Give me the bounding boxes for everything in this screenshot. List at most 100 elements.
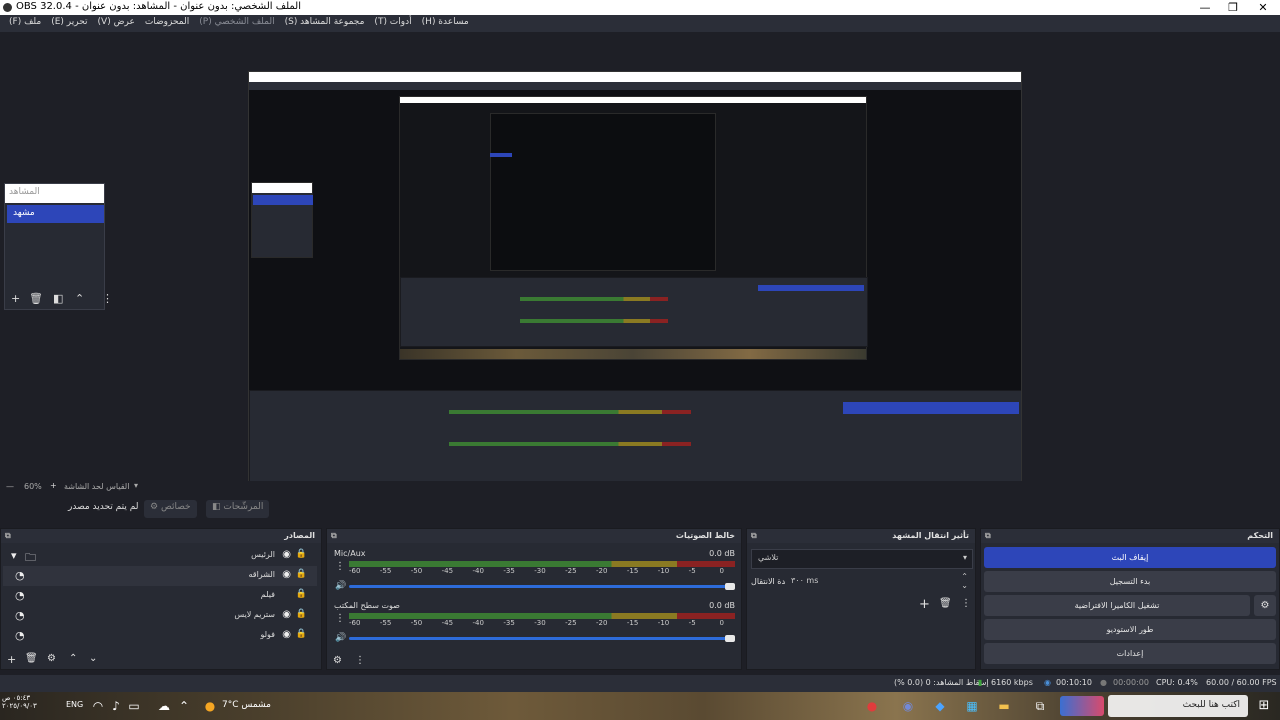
volume-slider[interactable]: [349, 585, 735, 588]
add-source-icon[interactable]: +: [7, 653, 16, 666]
track-menu-icon[interactable]: ⋮: [335, 561, 345, 572]
studio-mode-button[interactable]: طور الاستوديو: [984, 619, 1276, 640]
source-properties-icon[interactable]: ⚙: [47, 653, 56, 664]
discord-icon[interactable]: ◉: [900, 698, 916, 714]
tick-label: -50: [410, 619, 423, 627]
dock-float-icon[interactable]: ⧉: [5, 531, 11, 541]
properties-button[interactable]: ⚙ خصائص: [144, 500, 197, 518]
menu-help[interactable]: مساعدة (H): [417, 15, 474, 29]
mixer-menu-icon[interactable]: ⋮: [355, 655, 365, 666]
add-transition-icon[interactable]: +: [919, 597, 930, 612]
menu-file[interactable]: ملف (F): [4, 15, 46, 29]
more-menu-icon[interactable]: ⋮: [102, 292, 113, 305]
battery-icon[interactable]: ▭: [126, 698, 142, 714]
move-up-icon[interactable]: ⌃: [69, 653, 77, 664]
network-icon[interactable]: ◠: [90, 698, 106, 714]
filters-button[interactable]: ◧ المرشّحات: [206, 500, 270, 518]
close-button[interactable]: ✕: [1248, 0, 1278, 15]
dock-float-icon[interactable]: ⧉: [751, 531, 757, 541]
lock-icon[interactable]: 🔒: [296, 629, 307, 639]
task-view-icon[interactable]: ⧉: [1032, 698, 1048, 714]
dock-float-icon[interactable]: ⧉: [331, 531, 337, 541]
maximize-button[interactable]: ❐: [1218, 0, 1248, 15]
stop-streaming-button[interactable]: إيقاف البث: [984, 547, 1276, 568]
eye-icon[interactable]: ◉: [282, 629, 291, 640]
source-row[interactable]: ◔ ستريم لايس ◉ 🔒: [3, 606, 317, 626]
zoom-in-button[interactable]: +: [50, 481, 57, 490]
remove-scene-icon[interactable]: 🗑: [29, 292, 43, 305]
start-recording-button[interactable]: بدء التسجيل: [984, 571, 1276, 592]
tick-label: -15: [626, 619, 639, 627]
windows-start-icon[interactable]: ⊞: [1256, 698, 1272, 714]
controls-title: التحكم: [1247, 531, 1273, 540]
volume-icon[interactable]: ♪: [108, 698, 124, 714]
zoom-out-button[interactable]: —: [6, 482, 14, 491]
lock-icon[interactable]: 🔒: [296, 549, 307, 559]
source-row[interactable]: ▾ 🗀 الرئيس ◉ 🔒: [3, 546, 317, 566]
app-icon[interactable]: ◆: [932, 698, 948, 714]
taskbar-search[interactable]: اكتب هنا للبحث: [1108, 695, 1248, 717]
menu-docks[interactable]: المحزوضات: [140, 15, 194, 29]
dock-float-icon[interactable]: ⧉: [985, 531, 991, 541]
duration-spinbox[interactable]: ٣٠٠ ms ⌃ ⌄: [785, 572, 973, 593]
speaker-icon[interactable]: 🔊: [335, 633, 346, 643]
menu-profile[interactable]: الملف الشخصي (P): [194, 15, 279, 29]
lock-icon[interactable]: 🔒: [296, 589, 307, 599]
menu-view[interactable]: عرض (V): [93, 15, 140, 29]
spin-up-icon[interactable]: ⌃: [961, 572, 968, 581]
tick-label: -45: [441, 567, 454, 575]
eye-icon[interactable]: ◉: [282, 609, 291, 620]
remove-source-icon[interactable]: 🗑: [25, 653, 38, 664]
menu-bar: ملف (F) تحرير (E) عرض (V) المحزوضات المل…: [0, 15, 1280, 32]
source-row[interactable]: ◔ فولو ◉ 🔒: [3, 626, 317, 646]
tray-chevron-icon[interactable]: ⌃: [176, 698, 192, 714]
volume-slider-handle[interactable]: [725, 583, 735, 590]
menu-tools[interactable]: أدوات (T): [369, 15, 416, 29]
start-virtual-camera-button[interactable]: تشغيل الكاميرا الافتراضية: [984, 595, 1250, 616]
transition-menu-icon[interactable]: ⋮: [961, 598, 971, 609]
cloud-icon[interactable]: ☁: [156, 698, 172, 714]
volume-slider[interactable]: [349, 637, 735, 640]
scene-filters-icon[interactable]: ◧: [53, 292, 63, 305]
preview-area[interactable]: [0, 32, 1280, 507]
nested-menu-bar: [249, 82, 1021, 90]
preview-canvas[interactable]: [248, 71, 1022, 507]
settings-button[interactable]: إعدادات: [984, 643, 1276, 664]
obs-app-icon: [3, 3, 12, 12]
menu-edit[interactable]: تحرير (E): [46, 15, 92, 29]
store-icon[interactable]: ▦: [964, 698, 980, 714]
zoom-dropdown-icon[interactable]: ▾: [134, 481, 138, 490]
language-indicator[interactable]: ENG: [66, 700, 83, 709]
speaker-icon[interactable]: 🔊: [335, 581, 346, 591]
spin-down-icon[interactable]: ⌄: [961, 581, 968, 590]
remove-transition-icon[interactable]: 🗑: [939, 598, 952, 609]
minimize-button[interactable]: —: [1190, 0, 1220, 15]
scene-item[interactable]: مشهد: [7, 205, 104, 223]
source-row[interactable]: ◔ الشراقه ◉ 🔒: [3, 566, 317, 586]
weather-text[interactable]: 7°C مشمس: [222, 700, 271, 710]
tick-label: -60: [349, 619, 361, 627]
signal-icon: ▮: [978, 678, 983, 687]
virtual-camera-settings-icon[interactable]: ⚙: [1254, 595, 1276, 616]
file-explorer-icon[interactable]: ▬: [996, 698, 1012, 714]
mixer-dock-title: خالط الصوتيات ⧉: [327, 529, 741, 543]
move-down-icon[interactable]: ⌄: [89, 653, 97, 664]
transition-select[interactable]: تلاشي ▾: [751, 549, 973, 569]
mixer-settings-icon[interactable]: ⚙: [333, 655, 342, 666]
volume-slider-handle[interactable]: [725, 635, 735, 642]
track-menu-icon[interactable]: ⋮: [335, 613, 345, 624]
add-scene-icon[interactable]: +: [11, 292, 20, 305]
obs-taskbar-icon[interactable]: ●: [864, 698, 880, 714]
move-up-icon[interactable]: ⌃: [75, 292, 84, 305]
menu-scene-collection[interactable]: مجموعة المشاهد (S): [280, 15, 370, 29]
expand-chevron-icon[interactable]: ▾: [11, 549, 17, 562]
eye-icon[interactable]: ◉: [282, 549, 291, 560]
record-icon: ●: [1100, 678, 1107, 687]
screen-capture-icon: ◔: [15, 569, 25, 582]
eye-icon[interactable]: ◉: [282, 569, 291, 580]
taskbar-clock[interactable]: ٠٥:٤٣ ص ٢٠٢٥/٠٩/٠٣: [2, 694, 66, 710]
lock-icon[interactable]: 🔒: [296, 569, 307, 579]
zoom-fit-label[interactable]: القياس لحد الشاشة: [64, 482, 129, 491]
source-row[interactable]: ◔ فيلم 🔒: [3, 586, 317, 606]
lock-icon[interactable]: 🔒: [296, 609, 307, 619]
